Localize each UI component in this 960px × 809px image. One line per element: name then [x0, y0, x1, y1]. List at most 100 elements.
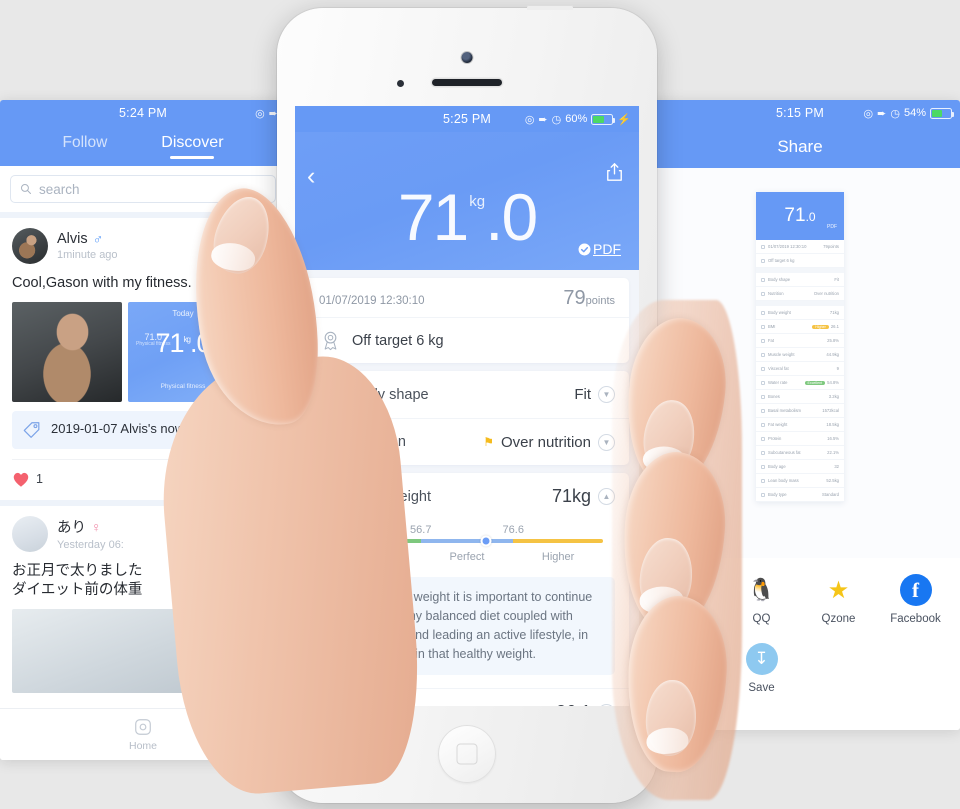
center-phone-device: 5:25 PM ◎ ➨ ◷ 60% ⚡ ‹ 71 kg.0 PDF 01/07/… — [277, 5, 657, 803]
weight-hero-header: ‹ 71 kg.0 PDF — [295, 132, 639, 270]
tabbar-item-home[interactable]: Home — [83, 717, 203, 752]
summary-card: 01/07/2019 12:30:10 79points Off target … — [305, 278, 629, 363]
metric-row-body-weight[interactable]: Body weight 71kg ▲ — [305, 473, 629, 520]
heart-icon[interactable] — [12, 471, 30, 488]
preview-row-label: Body shape — [768, 277, 791, 282]
body-metrics-card: Body shape Fit ▼ Nutrition ⚑ Over nutrit… — [305, 371, 629, 465]
post-photo[interactable] — [12, 301, 122, 402]
chevron-down-icon[interactable]: ▼ — [598, 433, 615, 451]
chevron-up-icon[interactable]: ▲ — [598, 488, 615, 505]
navigation-arrow-icon: ➨ — [538, 113, 548, 126]
metric-row-body-shape[interactable]: Body shape Fit ▼ — [305, 371, 629, 419]
home-button[interactable] — [438, 725, 496, 783]
post-tag-text: 2019-01-07 Alvis's now available — [51, 420, 240, 436]
bmi-value-group: 26.1 ▼ — [556, 702, 615, 706]
pdf-export-button[interactable]: PDF — [578, 241, 621, 257]
share-target-facebook[interactable]: f Facebook — [877, 574, 954, 625]
share-target-grid: Moments 🐧 QQ ★ Qzone f Facebook ☎ WhatsA… — [640, 558, 960, 730]
preview-row-value: Over nutrition — [813, 291, 839, 296]
post-photo-2[interactable] — [12, 608, 274, 693]
proximity-sensor-icon — [397, 80, 404, 87]
preview-weight-dec: .0 — [805, 210, 816, 224]
post-tag-card[interactable]: 2019-01-07 Alvis's now available — [12, 410, 274, 449]
power-button[interactable] — [527, 5, 573, 10]
share-upload-icon[interactable] — [606, 162, 623, 182]
left-status-time: 5:24 PM — [119, 106, 167, 120]
preview-row-pill: Higher — [812, 324, 829, 329]
metric-value-group: Fit ▼ — [574, 386, 615, 403]
search-input[interactable]: search — [10, 175, 276, 203]
share-target-moments[interactable]: Moments — [646, 574, 723, 625]
share-label: WhatsApp — [657, 682, 712, 694]
preview-row-value: 1572kcal — [822, 408, 839, 413]
navigation-arrow-icon: ➨ — [877, 107, 887, 120]
preview-pdf-badge: PDF — [827, 224, 837, 230]
location-services-icon: ◎ — [255, 107, 265, 120]
share-target-qq[interactable]: 🐧 QQ — [723, 574, 800, 625]
metric-row-nutrition[interactable]: Nutrition ⚑ Over nutrition ▼ — [305, 419, 629, 465]
like-count: 1 — [36, 472, 43, 487]
tab-follow[interactable]: Follow — [62, 134, 107, 159]
preview-row-label: Bones — [768, 394, 780, 399]
preview-row-label: Visceral fat — [768, 366, 789, 371]
feed-post-ari[interactable]: あり ♀ Yesterday 06: お正月で太りました ダイエット前の体重 — [0, 505, 286, 693]
feed-post-alvis[interactable]: Alvis ♂ 1minute ago Cool,Gason with my f… — [0, 218, 286, 500]
preview-row-icon — [761, 478, 765, 483]
post-header: Alvis ♂ 1minute ago — [12, 228, 274, 264]
share-label: Moments — [660, 613, 709, 625]
preview-row-label: Off target 6 kg — [768, 258, 795, 263]
post-text-line1: お正月で太りました — [12, 562, 143, 579]
preview-row: Body age 32 — [756, 460, 844, 474]
points-label: points — [585, 295, 615, 307]
battery-icon — [591, 113, 616, 125]
slider-knob[interactable] — [480, 535, 492, 547]
slider-track[interactable] — [331, 535, 603, 547]
preview-row-value: 71kg — [829, 310, 839, 315]
facebook-icon: f — [899, 574, 932, 606]
search-container: search — [0, 166, 286, 212]
share-report-preview[interactable]: 71.0 PDF 01/07/2019 12:30:10 79points Off … — [756, 192, 844, 502]
chevron-down-icon[interactable]: ▼ — [598, 386, 615, 403]
preview-row-icon — [761, 291, 765, 296]
qzone-star-icon: ★ — [827, 576, 850, 604]
avatar[interactable] — [12, 515, 48, 552]
bmi-ruler-icon — [319, 702, 341, 706]
range-high-label: 76.6 — [502, 524, 524, 536]
preview-row-label: Body type — [768, 492, 787, 497]
share-target-whatsapp[interactable]: ☎ WhatsApp — [646, 643, 723, 694]
preview-row-pill: Excellent — [804, 380, 826, 385]
preview-row-icon — [761, 436, 765, 441]
weight-range-slider[interactable]: 56.7 76.6 Lower Perfect Higher — [305, 520, 629, 577]
right-navbar: ‹ Share — [640, 126, 960, 168]
share-target-qzone[interactable]: ★ Qzone — [800, 574, 877, 626]
avatar[interactable] — [12, 228, 48, 264]
post-author-row: Alvis ♂ — [57, 231, 118, 247]
chevron-down-icon[interactable]: ▼ — [598, 704, 615, 706]
zone-label-higher: Higher — [541, 551, 575, 563]
weight-card-footer: Physical fitness — [160, 382, 206, 390]
weight-card-value: 71kg.0 — [128, 328, 238, 359]
measurement-date: 01/07/2019 12:30:10 — [319, 295, 425, 307]
preview-row-value: 26.1 — [830, 324, 839, 329]
share-target-save[interactable]: ↧ Save — [723, 643, 800, 694]
score-points: 79points — [563, 287, 615, 310]
preview-row-icon — [761, 450, 765, 455]
metric-label: BMI — [352, 703, 378, 706]
tab-discover[interactable]: Discover — [161, 134, 223, 159]
preview-row-label: Basal metabolism — [768, 408, 802, 413]
left-statusbar: 5:24 PM ◎ ➨ — [0, 100, 286, 126]
preview-row-icon — [761, 380, 765, 385]
preview-row-label: Subcutaneous fat — [768, 450, 801, 455]
points-value: 79 — [563, 287, 586, 309]
range-low-label: 56.7 — [410, 524, 432, 536]
scale-icon — [319, 487, 341, 506]
post-timestamp: Yesterday 06: — [57, 539, 124, 552]
slider-zone-lower — [331, 539, 421, 543]
center-status-icons: ◎ ➨ ◷ 60% ⚡ — [525, 106, 631, 132]
post-weight-card[interactable]: Today 71.0 Physical fitness 71kg.0 Physi… — [128, 301, 238, 402]
preview-row: Fat weight 18.5kg — [756, 418, 844, 432]
metric-row-bmi[interactable]: BMI higher than standard 5.2 26.1 ▼ — [305, 688, 629, 706]
slider-zone-labels: Lower Perfect Higher — [331, 551, 603, 563]
tag-icon — [23, 421, 40, 438]
share-label: QQ — [752, 613, 771, 625]
